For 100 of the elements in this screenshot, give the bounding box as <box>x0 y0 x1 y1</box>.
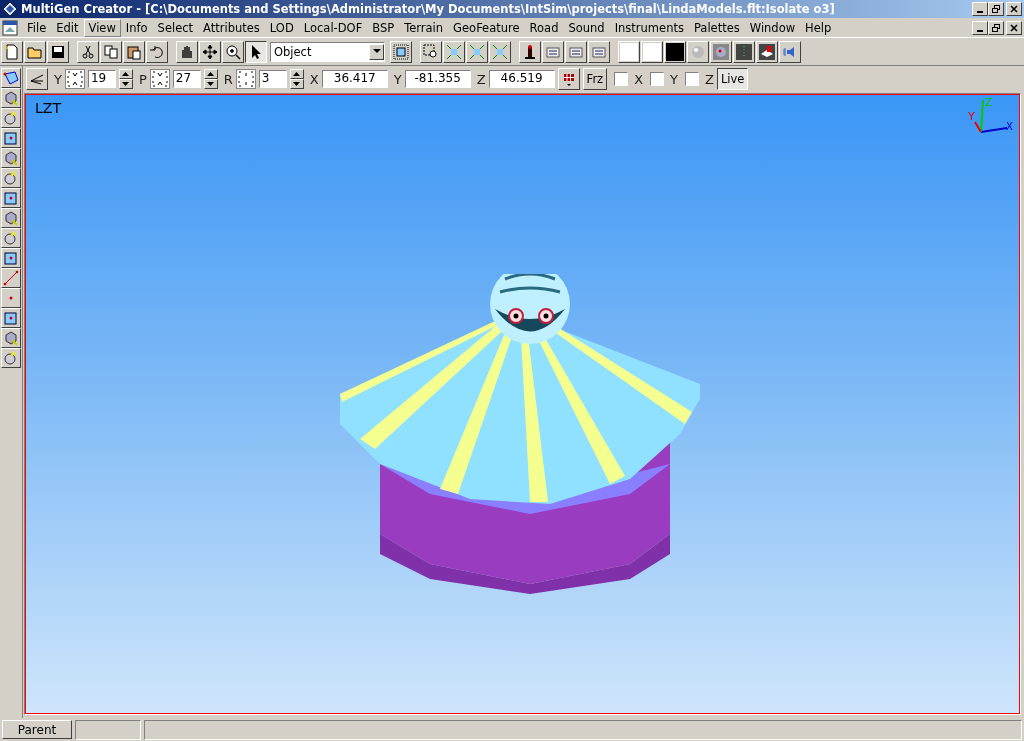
menu-item[interactable]: Help <box>800 18 837 37</box>
paste-button[interactable] <box>123 40 145 63</box>
line-tool-button[interactable] <box>1 268 21 288</box>
rotation-field[interactable]: 3 <box>258 70 287 88</box>
color-swatch-button[interactable] <box>664 40 686 63</box>
select-box-button[interactable] <box>390 40 412 63</box>
render-mode-button[interactable] <box>756 40 778 63</box>
save-button[interactable] <box>47 40 69 63</box>
open-folder-button[interactable] <box>24 40 46 63</box>
menu-item[interactable]: Instruments <box>609 18 689 37</box>
move-button[interactable] <box>199 40 221 63</box>
axis-label: Y <box>54 71 62 87</box>
live-button[interactable]: Live <box>716 68 749 90</box>
point-tool-button[interactable] <box>1 288 21 308</box>
vertex-tool-button[interactable] <box>1 188 21 208</box>
down-arrow-icon <box>207 82 215 86</box>
checkbox[interactable] <box>614 72 629 86</box>
menu-item[interactable]: LOD <box>264 18 299 37</box>
angle-dial-icon <box>235 69 256 89</box>
restore-button[interactable] <box>988 2 1004 16</box>
cut-icon <box>80 43 96 60</box>
grid-button[interactable] <box>557 68 580 90</box>
spin-buttons[interactable] <box>118 69 133 89</box>
copy-button[interactable] <box>100 40 122 63</box>
close-button[interactable] <box>1006 20 1022 35</box>
menu-item[interactable]: Palettes <box>688 18 745 37</box>
parent-button[interactable]: Parent <box>2 720 72 739</box>
menu-item[interactable]: View <box>83 18 121 37</box>
fit-view-icon <box>469 43 485 60</box>
color-swatch-button[interactable] <box>641 40 663 63</box>
up-arrow-icon <box>207 72 215 76</box>
menu-item[interactable]: BSP <box>367 18 400 37</box>
orient-button[interactable] <box>26 68 48 90</box>
menu-item[interactable]: Sound <box>563 18 610 37</box>
vertex-icon <box>3 190 19 206</box>
new-file-button[interactable] <box>1 40 23 63</box>
polygon-tool-button[interactable] <box>1 68 21 88</box>
menu-item[interactable]: File <box>22 18 52 37</box>
freeze-button[interactable]: Frz <box>582 68 608 90</box>
diamond-icon <box>2 1 18 17</box>
rotation-field[interactable]: 19 <box>87 70 116 88</box>
render-mode-button[interactable] <box>687 40 709 63</box>
axis-label: Z <box>476 71 486 87</box>
spin-buttons[interactable] <box>289 69 304 89</box>
menu-item[interactable]: Select <box>152 18 199 37</box>
zoom-box-button[interactable] <box>420 40 442 63</box>
axis-label: P <box>138 71 147 87</box>
hand-button[interactable] <box>176 40 198 63</box>
undo-button[interactable] <box>146 40 168 63</box>
checkbox[interactable] <box>650 72 665 86</box>
close-button[interactable] <box>1006 2 1022 16</box>
window-title: MultiGen Creator - [C:\Documents and Settings\Administrator\My Documents\IntSim\projects\final\LindaModels.flt:Isolate o3] <box>21 2 835 16</box>
view-label: LZT <box>35 100 61 116</box>
checkbox-label: X <box>634 71 644 87</box>
frame-button[interactable] <box>542 40 564 63</box>
color-swatch-button[interactable] <box>618 40 640 63</box>
joystick-icon <box>522 43 538 60</box>
position-field[interactable]: 46.519 <box>488 70 555 88</box>
menu-item[interactable]: Terrain <box>399 18 449 37</box>
axis-label: X <box>309 71 319 87</box>
zoom-button[interactable] <box>222 40 244 63</box>
line-icon <box>3 270 19 286</box>
menu-item[interactable]: Info <box>120 18 153 37</box>
fit-view-button[interactable] <box>466 40 488 63</box>
spin-buttons[interactable] <box>203 69 218 89</box>
menu-item[interactable]: Road <box>524 18 564 37</box>
fit-button[interactable] <box>443 40 465 63</box>
menu-item[interactable]: Attributes <box>198 18 265 37</box>
zoom-box-icon <box>423 43 439 60</box>
up-arrow-icon <box>293 72 301 76</box>
menu-item[interactable]: Window <box>744 18 801 37</box>
joystick-button[interactable] <box>519 40 541 63</box>
menu-item[interactable]: Local-DOF <box>298 18 368 37</box>
up-arrow-icon <box>122 72 130 76</box>
minimize-button[interactable] <box>972 20 988 35</box>
rotation-field[interactable]: 27 <box>172 70 201 88</box>
square-point-icon <box>3 130 19 146</box>
status-pane <box>75 719 141 740</box>
render-mode-icon <box>736 43 752 60</box>
mode-dropdown[interactable]: Object <box>270 41 385 62</box>
checkbox[interactable] <box>685 72 699 86</box>
menu-item[interactable]: Edit <box>51 18 84 37</box>
cut-button[interactable] <box>77 40 99 63</box>
checkbox-label: Z <box>705 71 714 87</box>
pointer-button[interactable] <box>245 40 267 63</box>
render-mode-button[interactable] <box>710 40 732 63</box>
minimize-button[interactable] <box>972 2 988 16</box>
3d-viewport[interactable]: LZT Z Y X <box>24 93 1021 715</box>
paste-icon <box>126 43 142 60</box>
fit-icon <box>446 43 462 60</box>
center-button[interactable] <box>489 40 511 63</box>
position-field[interactable]: 36.417 <box>321 70 388 88</box>
render-mode-button[interactable] <box>733 40 755 63</box>
speaker-button[interactable] <box>779 40 801 63</box>
menu-item[interactable]: GeoFeature <box>448 18 525 37</box>
axis-triad: Z Y X <box>967 96 1017 136</box>
square-point-tool-button[interactable] <box>1 128 21 148</box>
restore-button[interactable] <box>988 20 1004 35</box>
close-icon <box>1009 4 1019 14</box>
position-field[interactable]: -81.355 <box>404 70 471 88</box>
